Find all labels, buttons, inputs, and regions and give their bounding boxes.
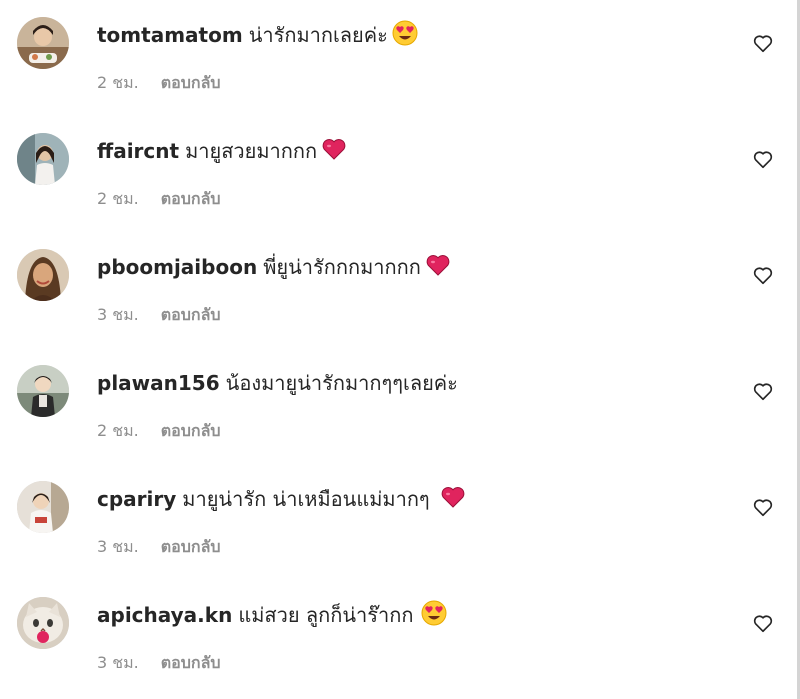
comment-meta: 3 ชม. ตอบกลับ: [97, 652, 221, 674]
comment-meta: 2 ชม. ตอบกลับ: [97, 72, 221, 94]
comment-text-line: tomtamatom น่ารักมากเลยค่ะ: [97, 20, 418, 54]
comment-meta: 3 ชม. ตอบกลับ: [97, 536, 221, 558]
red-heart-emoji-icon: [440, 484, 466, 518]
reply-button[interactable]: ตอบกลับ: [161, 537, 221, 556]
comment-meta: 3 ชม. ตอบกลับ: [97, 304, 221, 326]
comment-text-line: cpariry มายูน่ารัก น่าเหมือนแม่มากๆ: [97, 484, 466, 518]
reply-button[interactable]: ตอบกลับ: [161, 305, 221, 324]
comment-username[interactable]: tomtamatom: [97, 23, 243, 47]
heart-eyes-emoji-icon: [421, 600, 447, 634]
reply-button[interactable]: ตอบกลับ: [161, 653, 221, 672]
red-heart-emoji-icon: [425, 252, 451, 286]
comment-time: 3 ชม.: [97, 537, 139, 556]
comment-username[interactable]: ffaircnt: [97, 139, 179, 163]
heart-outline-icon[interactable]: [752, 148, 774, 170]
heart-outline-icon[interactable]: [752, 380, 774, 402]
avatar[interactable]: [17, 249, 69, 301]
comment-text: แม่สวย ลูกก็น่าร๊ากก: [238, 603, 414, 627]
avatar[interactable]: [17, 133, 69, 185]
comment-text-line: plawan156 น้องมายูน่ารักมากๆๆเลยค่ะ: [97, 368, 458, 398]
comment-username[interactable]: plawan156: [97, 371, 220, 395]
comment-username[interactable]: pboomjaiboon: [97, 255, 257, 279]
avatar[interactable]: [17, 597, 69, 649]
comment-item: apichaya.kn แม่สวย ลูกก็น่าร๊ากก 3 ชม. ตอบ…: [0, 580, 797, 696]
comment-meta: 2 ชม. ตอบกลับ: [97, 188, 221, 210]
comment-item: plawan156 น้องมายูน่ารักมากๆๆเลยค่ะ 2 ชม.…: [0, 348, 797, 464]
comment-item: pboomjaiboon พี่ยูน่ารักกกมากกก 3 ชม. ตอบก…: [0, 232, 797, 348]
heart-outline-icon[interactable]: [752, 612, 774, 634]
comment-item: tomtamatom น่ารักมากเลยค่ะ 2 ชม. ตอบกลับ: [0, 0, 797, 116]
comment-text: มายูน่ารัก น่าเหมือนแม่มากๆ: [182, 487, 430, 511]
comment-meta: 2 ชม. ตอบกลับ: [97, 420, 221, 442]
comment-time: 3 ชม.: [97, 653, 139, 672]
comment-text-line: apichaya.kn แม่สวย ลูกก็น่าร๊ากก: [97, 600, 447, 634]
comment-text-line: pboomjaiboon พี่ยูน่ารักกกมากกก: [97, 252, 451, 286]
comment-username[interactable]: apichaya.kn: [97, 603, 232, 627]
avatar[interactable]: [17, 17, 69, 69]
comment-text: มายูสวยมากกก: [185, 139, 318, 163]
comment-text: พี่ยูน่ารักกกมากกก: [263, 255, 421, 279]
reply-button[interactable]: ตอบกลับ: [161, 421, 221, 440]
comment-time: 2 ชม.: [97, 189, 139, 208]
comment-text-line: ffaircnt มายูสวยมากกก: [97, 136, 347, 170]
red-heart-emoji-icon: [321, 136, 347, 170]
comment-text: น่ารักมากเลยค่ะ: [248, 23, 388, 47]
comment-item: cpariry มายูน่ารัก น่าเหมือนแม่มากๆ 3 ชม.…: [0, 464, 797, 580]
comment-time: 3 ชม.: [97, 305, 139, 324]
heart-outline-icon[interactable]: [752, 264, 774, 286]
comment-username[interactable]: cpariry: [97, 487, 176, 511]
avatar[interactable]: [17, 481, 69, 533]
comment-text: น้องมายูน่ารักมากๆๆเลยค่ะ: [225, 371, 458, 395]
comment-item: ffaircnt มายูสวยมากกก 2 ชม. ตอบกลับ: [0, 116, 797, 232]
avatar[interactable]: [17, 365, 69, 417]
reply-button[interactable]: ตอบกลับ: [161, 189, 221, 208]
comment-time: 2 ชม.: [97, 421, 139, 440]
reply-button[interactable]: ตอบกลับ: [161, 73, 221, 92]
comment-time: 2 ชม.: [97, 73, 139, 92]
heart-outline-icon[interactable]: [752, 496, 774, 518]
heart-eyes-emoji-icon: [392, 20, 418, 54]
heart-outline-icon[interactable]: [752, 32, 774, 54]
